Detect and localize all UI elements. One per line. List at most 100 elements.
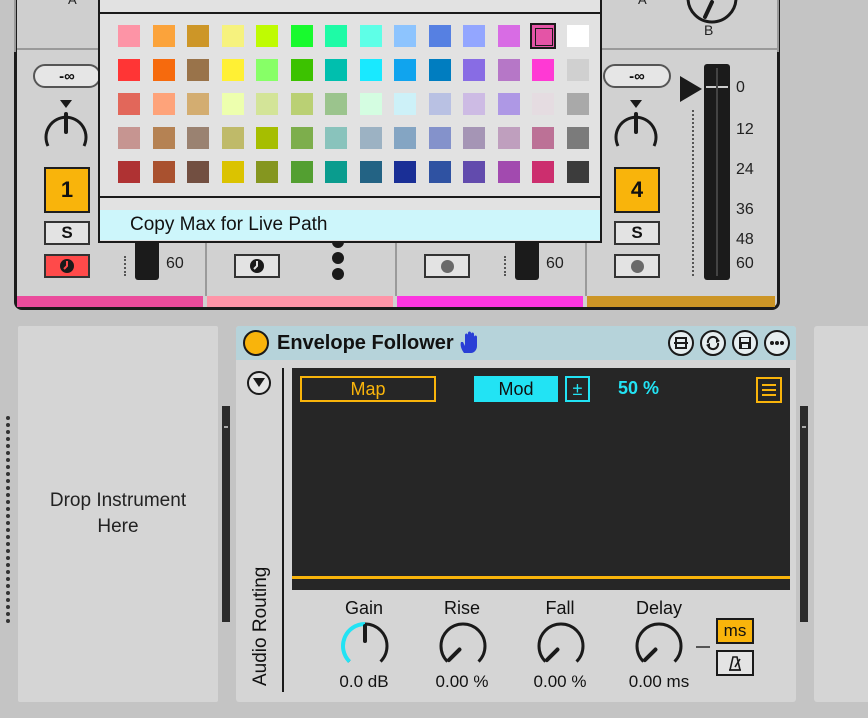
color-swatch[interactable] [497,93,520,115]
color-swatch[interactable] [187,161,209,183]
color-swatch[interactable] [394,25,416,47]
track-activator-button[interactable]: 4 [614,167,660,213]
color-swatch[interactable] [359,93,382,115]
color-swatch[interactable] [463,93,485,115]
rise-knob[interactable] [434,618,492,672]
sync-toggle[interactable] [716,650,754,676]
expand-button[interactable] [247,371,271,395]
color-swatch[interactable] [221,127,244,149]
color-swatch[interactable] [290,127,313,149]
color-swatch[interactable] [497,25,520,47]
color-swatch[interactable] [497,127,520,149]
color-swatch[interactable] [256,25,278,47]
color-swatch[interactable] [221,25,244,47]
color-swatch[interactable] [187,25,209,47]
color-swatch[interactable] [221,161,244,183]
color-swatch[interactable] [566,127,589,149]
color-swatch[interactable] [256,93,278,115]
color-swatch[interactable] [290,93,313,115]
color-swatch[interactable] [256,127,278,149]
track-activator-button[interactable]: 1 [44,167,90,213]
color-swatch[interactable] [463,127,485,149]
color-swatch[interactable] [566,25,589,47]
volume-pointer-icon[interactable] [678,74,704,104]
arm-button[interactable] [44,254,90,278]
reload-button[interactable] [700,330,726,356]
color-swatch[interactable] [566,161,589,183]
color-swatch[interactable] [152,93,175,115]
color-swatch[interactable] [187,127,209,149]
color-swatch[interactable] [394,127,416,149]
save-preset-button[interactable] [732,330,758,356]
color-swatch[interactable] [428,59,451,81]
arm-button[interactable] [234,254,280,278]
color-swatch[interactable] [187,59,209,81]
color-swatch[interactable] [325,25,347,47]
drop-instrument-zone[interactable]: Drop Instrument Here [18,326,218,702]
color-swatch[interactable] [394,93,416,115]
pan-knob[interactable] [38,98,94,162]
color-swatch[interactable] [187,93,209,115]
color-swatch[interactable] [497,59,520,81]
color-swatch[interactable] [463,59,485,81]
device-menu-button[interactable] [764,330,790,356]
color-swatch[interactable] [290,25,313,47]
color-swatch[interactable] [325,161,347,183]
color-swatch[interactable] [118,93,140,115]
color-swatch[interactable] [221,59,244,81]
track-volume-field[interactable]: -∞ [33,64,101,88]
color-swatch[interactable] [428,93,451,115]
color-swatch[interactable] [532,127,554,149]
volume-fader[interactable] [704,64,730,280]
color-swatch[interactable] [428,127,451,149]
delay-knob[interactable] [630,618,688,672]
mod-button[interactable]: Mod [474,376,558,402]
color-swatch[interactable] [394,161,416,183]
color-swatch[interactable] [532,161,554,183]
color-swatch[interactable] [256,161,278,183]
solo-button[interactable]: S [44,221,90,245]
color-swatch[interactable] [152,59,175,81]
color-swatch[interactable] [290,161,313,183]
color-swatch[interactable] [359,161,382,183]
fall-knob[interactable] [532,618,590,672]
left-drag-handle[interactable] [6,416,10,626]
audio-routing-label[interactable]: Audio Routing [250,567,272,686]
color-swatch[interactable] [325,93,347,115]
solo-button[interactable]: S [614,221,660,245]
color-swatch[interactable] [394,59,416,81]
hot-swap-button[interactable] [668,330,694,356]
color-swatch[interactable] [359,25,382,47]
color-swatch[interactable] [530,23,556,49]
gain-knob[interactable] [336,618,394,672]
color-swatch[interactable] [221,93,244,115]
color-swatch[interactable] [566,59,589,81]
color-swatch[interactable] [532,93,554,115]
color-swatch[interactable] [463,161,485,183]
color-swatch[interactable] [428,161,451,183]
color-swatch[interactable] [152,161,175,183]
color-swatch[interactable] [118,127,140,149]
color-swatch[interactable] [118,59,140,81]
color-swatch[interactable] [152,127,175,149]
color-swatch[interactable] [359,59,382,81]
copy-max-path-menu-item[interactable]: Copy Max for Live Path [100,210,600,240]
color-swatch[interactable] [118,25,140,47]
map-button[interactable]: Map [300,376,436,402]
color-swatch[interactable] [118,161,140,183]
color-swatch[interactable] [532,59,554,81]
device-power-button[interactable] [243,330,269,356]
ms-toggle[interactable]: ms [716,618,754,644]
color-swatch[interactable] [325,127,347,149]
color-swatch[interactable] [428,25,451,47]
mod-amount-value[interactable]: 50 % [618,378,659,399]
color-swatch[interactable] [463,25,485,47]
arm-button[interactable] [614,254,660,278]
pan-knob[interactable] [608,98,664,162]
color-swatch[interactable] [566,93,589,115]
bipolar-toggle[interactable]: ± [565,376,590,402]
color-swatch[interactable] [152,25,175,47]
color-swatch[interactable] [256,59,278,81]
color-swatch[interactable] [359,127,382,149]
track-volume-field[interactable]: -∞ [603,64,671,88]
